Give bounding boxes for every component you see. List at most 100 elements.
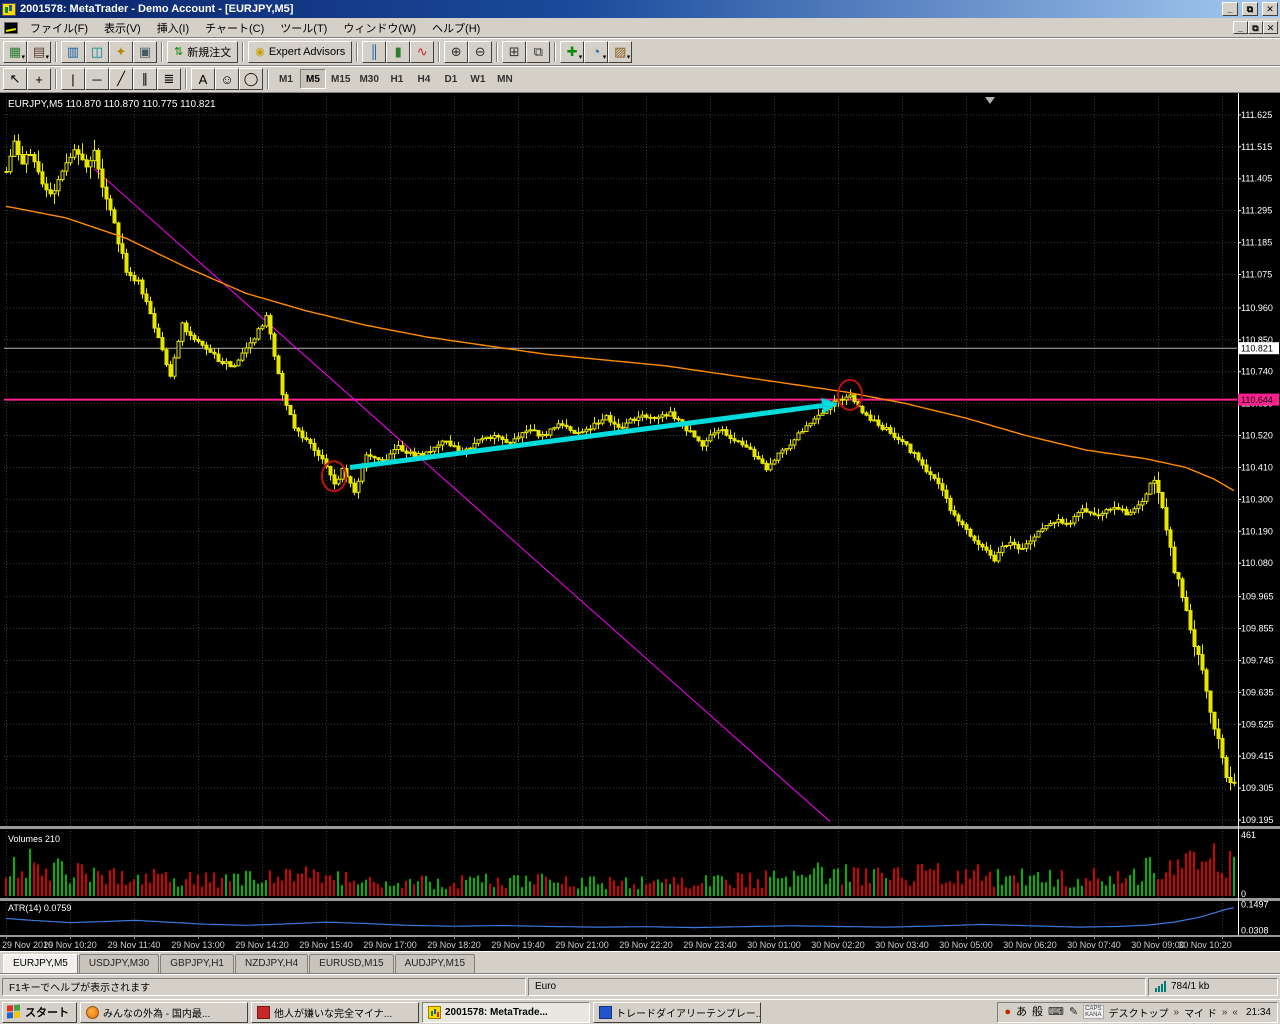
taskbar-window-1[interactable]: 他人が嫌いな完全マイナ...: [251, 1002, 419, 1023]
templates-button[interactable]: ▨▾: [608, 41, 632, 63]
chart-window-icon[interactable]: [4, 22, 18, 34]
toolbar-standard: ▦▾▤▾▥◫✦▣⇅新規注文◉Expert Advisors║▮∿⊕⊖⊞⧉✚▾◔▾…: [0, 38, 1280, 66]
chart-bars-button[interactable]: ║: [362, 41, 386, 63]
svg-text:30 Nov 05:00: 30 Nov 05:00: [939, 940, 993, 950]
chart-tab-nzdjpy-h4[interactable]: NZDJPY,H4: [235, 954, 308, 973]
mdi-close-button[interactable]: ✕: [1263, 21, 1278, 34]
svg-text:30 Nov 01:00: 30 Nov 01:00: [747, 940, 801, 950]
svg-text:109.525: 109.525: [1241, 719, 1274, 729]
minimize-button[interactable]: _: [1222, 2, 1238, 16]
toolbar-separator: [554, 42, 556, 62]
pane-divider[interactable]: [0, 898, 1280, 901]
timeframe-w1[interactable]: W1: [465, 69, 491, 89]
channel-icon: ∥: [142, 71, 149, 87]
zoom-in-button[interactable]: ⊕: [444, 41, 468, 63]
keyboard-icon[interactable]: ⌨: [1048, 1007, 1064, 1018]
shapes-tool[interactable]: ◯: [239, 68, 263, 90]
indicators-button[interactable]: ✚▾: [560, 41, 584, 63]
svg-text:29 Nov 23:40: 29 Nov 23:40: [683, 940, 737, 950]
mdi-minimize-button[interactable]: _: [1233, 21, 1248, 34]
menubar: ファイル(F)表示(V)挿入(I)チャート(C)ツール(T)ウィンドウ(W)ヘル…: [0, 18, 1280, 38]
svg-text:29 Nov 18:20: 29 Nov 18:20: [427, 940, 481, 950]
desktop-toolbar-label[interactable]: デスクトップ: [1109, 1005, 1169, 1020]
svg-text:109.415: 109.415: [1241, 751, 1274, 761]
alert-icon[interactable]: ●: [1004, 1007, 1011, 1018]
chart-tab-usdjpy-m30[interactable]: USDJPY,M30: [79, 954, 159, 973]
ime-conversion-mode-icon[interactable]: 般: [1032, 1007, 1043, 1018]
profiles-button[interactable]: ▤▾: [27, 41, 51, 63]
svg-text:30 Nov 09:00: 30 Nov 09:00: [1131, 940, 1185, 950]
pane-divider[interactable]: [0, 826, 1280, 829]
restore-button[interactable]: ⧉: [1242, 2, 1258, 16]
timeframe-h1[interactable]: H1: [384, 69, 410, 89]
menu-item-3[interactable]: チャート(C): [197, 17, 272, 39]
icon-mt: [428, 1006, 441, 1019]
menu-item-5[interactable]: ウィンドウ(W): [335, 17, 424, 39]
mdi-restore-button[interactable]: ⧉: [1248, 21, 1263, 34]
channel-tool[interactable]: ∥: [133, 68, 157, 90]
new-chart-button[interactable]: ▦▾: [3, 41, 27, 63]
horizontal-line-tool[interactable]: ─: [85, 68, 109, 90]
taskbar-clock: 21:34: [1243, 1007, 1271, 1018]
timeframe-d1[interactable]: D1: [438, 69, 464, 89]
docs-toolbar-label[interactable]: マイ ド: [1184, 1005, 1217, 1020]
chart-tab-audjpy-m15[interactable]: AUDJPY,M15: [395, 954, 475, 973]
timeframe-h4[interactable]: H4: [411, 69, 437, 89]
kana-label: KANA: [1085, 1012, 1101, 1018]
fibonacci-tool[interactable]: ≣: [157, 68, 181, 90]
timeframe-mn[interactable]: MN: [492, 69, 518, 89]
text-tool[interactable]: A: [191, 68, 215, 90]
timeframe-m1[interactable]: M1: [273, 69, 299, 89]
chart-candles-button[interactable]: ▮: [386, 41, 410, 63]
new-order-button[interactable]: ⇅新規注文: [167, 41, 238, 63]
chart-tab-gbpjpy-h1[interactable]: GBPJPY,H1: [160, 954, 234, 973]
auto-arrange-button[interactable]: ⧉: [526, 41, 550, 63]
menu-item-4[interactable]: ツール(T): [272, 17, 335, 39]
chart-line-button[interactable]: ∿: [410, 41, 434, 63]
toolbar-line-studies: ↖+ |─╱ ∥ ≣ A ☺◯ M1M5M15M30H1H4D1W1MN: [0, 66, 1280, 93]
trendline-tool[interactable]: ╱: [109, 68, 133, 90]
docs-toolbar-expand-icon[interactable]: »: [1222, 1007, 1228, 1018]
dropdown-arrow-icon: ▾: [579, 53, 583, 61]
tray-collapse-icon[interactable]: «: [1232, 1007, 1238, 1018]
zoom-out-button[interactable]: ⊖: [468, 41, 492, 63]
timeframe-m15[interactable]: M15: [327, 69, 354, 89]
taskbar-window-0[interactable]: みんなの外為 - 国内最...: [80, 1002, 248, 1023]
arrows-tool[interactable]: ☺: [215, 68, 239, 90]
timeframe-m5[interactable]: M5: [300, 69, 326, 89]
toolbar-separator: [267, 69, 269, 89]
close-button[interactable]: ✕: [1262, 2, 1278, 16]
periods-button[interactable]: ◔▾: [584, 41, 608, 63]
menu-item-6[interactable]: ヘルプ(H): [424, 17, 488, 39]
svg-text:29 Nov 11:40: 29 Nov 11:40: [108, 940, 161, 950]
ime-input-mode-icon[interactable]: あ: [1016, 1007, 1027, 1018]
pen-icon[interactable]: ✎: [1069, 1007, 1078, 1018]
menu-item-1[interactable]: 表示(V): [96, 17, 149, 39]
data-window-button[interactable]: ◫: [85, 41, 109, 63]
svg-text:110.821: 110.821: [1241, 344, 1273, 354]
navigator-button[interactable]: ✦: [109, 41, 133, 63]
taskbar-window-2[interactable]: 2001578: MetaTrade...: [422, 1002, 590, 1023]
desktop-toolbar-expand-icon[interactable]: »: [1174, 1007, 1180, 1018]
periods-icon: ◔: [592, 44, 600, 59]
menu-item-2[interactable]: 挿入(I): [149, 17, 197, 39]
price-chart[interactable]: 111.625111.515111.405111.295111.185111.0…: [0, 93, 1280, 951]
start-button[interactable]: スタート: [2, 1002, 77, 1023]
tile-windows-button[interactable]: ⊞: [502, 41, 526, 63]
terminal-button[interactable]: ▣: [133, 41, 157, 63]
svg-text:109.965: 109.965: [1241, 592, 1274, 602]
menu-item-0[interactable]: ファイル(F): [22, 17, 96, 39]
crosshair-tool[interactable]: +: [27, 68, 51, 90]
svg-text:109.635: 109.635: [1241, 687, 1274, 697]
caps-kana-indicator: CAPSKANA: [1083, 1005, 1103, 1019]
chart-tab-eurjpy-m5[interactable]: EURJPY,M5: [3, 954, 78, 973]
taskbar-window-3[interactable]: トレードダイアリーテンプレー...: [593, 1002, 761, 1023]
chart-tab-eurusd-m15[interactable]: EURUSD,M15: [309, 954, 393, 973]
vertical-line-tool[interactable]: |: [61, 68, 85, 90]
pane-divider[interactable]: [0, 935, 1280, 937]
timeframe-m30[interactable]: M30: [355, 69, 382, 89]
cursor-tool[interactable]: ↖: [3, 68, 27, 90]
text-icon: A: [199, 72, 208, 87]
market-watch-button[interactable]: ▥: [61, 41, 85, 63]
expert-advisors-button[interactable]: ◉Expert Advisors: [248, 41, 352, 63]
